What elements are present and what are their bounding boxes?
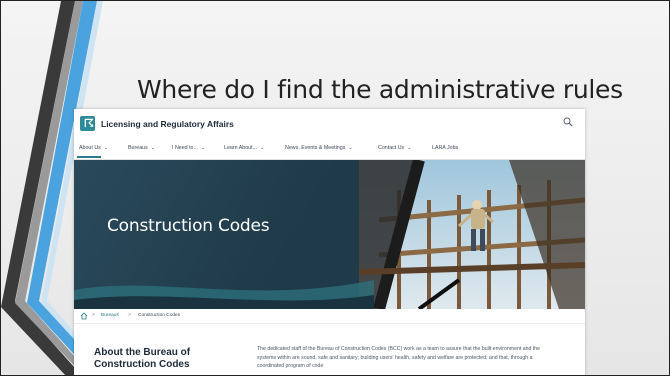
website-screenshot: ☈ Licensing and Regulatory Affairs About… xyxy=(74,109,585,375)
hero-title: Construction Codes xyxy=(107,216,270,236)
michigan-logo-icon: ☈ xyxy=(84,118,94,130)
presentation-slide: Where do I find the administrative rules… xyxy=(0,0,670,376)
chevron-down-icon: ⌄ xyxy=(259,145,265,151)
chevron-down-icon: ⌄ xyxy=(407,145,412,151)
nav-i-need-to[interactable]: I Need to... ⌄ xyxy=(172,145,205,151)
nav-news-events[interactable]: News, Events & Meetings ⌄ xyxy=(285,145,353,151)
breadcrumb-bureaus[interactable]: Bureaus xyxy=(101,313,119,318)
chevron-down-icon: ⌄ xyxy=(150,145,155,151)
about-heading: About the Bureau of Construction Codes xyxy=(94,347,191,370)
nav-contact-us[interactable]: Contact Us ⌄ xyxy=(378,145,411,151)
lara-logo[interactable]: ☈ xyxy=(80,116,95,131)
search-icon[interactable] xyxy=(563,117,573,127)
chevron-down-icon: ⌄ xyxy=(103,145,108,151)
construction-worker-photo xyxy=(359,160,585,309)
hero-banner: Construction Codes xyxy=(74,160,585,309)
chevron-down-icon: ⌄ xyxy=(200,145,206,151)
nav-active-indicator xyxy=(77,156,101,158)
breadcrumb-separator: > xyxy=(128,312,131,318)
about-paragraph: The dedicated staff of the Bureau of Con… xyxy=(257,346,541,370)
hero-wave xyxy=(74,280,374,309)
slide-title: Where do I find the administrative rules xyxy=(137,75,623,104)
home-icon[interactable] xyxy=(80,312,88,320)
nav-bureaus[interactable]: Bureaus ⌄ xyxy=(128,145,155,151)
breadcrumb: > Bureaus > Construction Codes xyxy=(74,309,585,324)
nav-learn-about[interactable]: Learn About... ⌄ xyxy=(224,145,264,151)
breadcrumb-current: Construction Codes xyxy=(138,313,181,318)
chevron-down-icon: ⌄ xyxy=(348,145,353,151)
site-header: ☈ Licensing and Regulatory Affairs xyxy=(74,109,585,139)
site-name[interactable]: Licensing and Regulatory Affairs xyxy=(101,119,234,129)
breadcrumb-separator: > xyxy=(92,312,95,318)
nav-lara-jobs[interactable]: LARA Jobs xyxy=(432,145,458,151)
main-nav: About Us ⌄ Bureaus ⌄ I Need to... ⌄ Learn A… xyxy=(74,139,585,160)
nav-about-us[interactable]: About Us ⌄ xyxy=(79,145,108,151)
